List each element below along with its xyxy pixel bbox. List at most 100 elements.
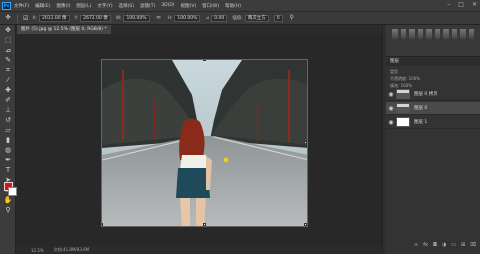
puppet-warp-icon[interactable]: ⚲ xyxy=(288,14,296,22)
transform-handle-bc[interactable] xyxy=(203,223,206,226)
layer-row[interactable]: ◉ 图层 1 xyxy=(386,116,480,129)
eyedropper-tool-icon[interactable]: ⁄ xyxy=(2,76,14,85)
fx-icon[interactable]: fx xyxy=(423,242,428,248)
preset-swatch[interactable] xyxy=(392,29,398,39)
layer-row[interactable]: ◉ 图层 0 拷贝 xyxy=(386,88,480,101)
layer-name[interactable]: 图层 0 xyxy=(414,105,427,111)
preset-swatch[interactable] xyxy=(426,29,432,39)
layer-row-selected[interactable]: ◉ 图层 0 xyxy=(386,102,480,115)
interpolation-select[interactable]: 两次立方 xyxy=(244,14,269,22)
menu-type[interactable]: 文字(Y) xyxy=(97,3,112,9)
folder-icon[interactable]: ▭ xyxy=(451,242,456,248)
preset-swatch[interactable] xyxy=(434,29,440,39)
photo-image xyxy=(102,60,307,226)
menu-layer[interactable]: 图层(L) xyxy=(76,3,91,9)
layer-thumbnail xyxy=(396,117,410,127)
layers-panel-title[interactable]: 图层 xyxy=(390,59,399,64)
preset-swatch[interactable] xyxy=(451,29,457,39)
canvas-area[interactable] xyxy=(17,34,382,246)
healing-tool-icon[interactable]: ✚ xyxy=(2,86,14,95)
preset-swatch[interactable] xyxy=(400,29,406,39)
type-tool-icon[interactable]: T xyxy=(2,166,14,175)
new-layer-icon[interactable]: ⊞ xyxy=(461,242,465,248)
right-panels: 图层 类型 不透明度: 100% 填充: 100% ◉ 图层 0 拷贝 ◉ 图层… xyxy=(386,25,480,254)
hand-tool-icon[interactable]: ✋ xyxy=(2,196,14,205)
w-field[interactable]: 100.00% xyxy=(123,14,150,22)
menu-file[interactable]: 文件(F) xyxy=(14,3,29,9)
close-button[interactable]: ✕ xyxy=(472,1,477,8)
document-tab-bar: 图片 (5).jpg @ 12.5% (图层 0, RGB/8) * xyxy=(17,25,382,34)
trash-icon[interactable]: ⌧ xyxy=(470,242,476,248)
gradient-tool-icon[interactable]: ▮ xyxy=(2,136,14,145)
minimize-button[interactable]: – xyxy=(447,1,450,8)
eye-icon[interactable]: ◉ xyxy=(386,91,396,98)
layer-kind-filter[interactable]: 类型 xyxy=(390,69,398,74)
adjustment-icon[interactable]: ◑ xyxy=(442,242,446,248)
status-bar: 12.5% 文档:41.8M/83.6M xyxy=(17,246,382,254)
misc-field[interactable]: 0 xyxy=(273,14,283,22)
zoom-tool-icon[interactable]: ⚲ xyxy=(2,206,14,215)
transform-handle-mr[interactable] xyxy=(304,141,307,144)
layers-panel-header[interactable]: 图层 xyxy=(386,58,480,66)
stamp-tool-icon[interactable]: ⊥ xyxy=(2,106,14,115)
menu-window[interactable]: 窗口(W) xyxy=(202,3,219,9)
menu-edit[interactable]: 编辑(E) xyxy=(35,3,50,9)
menu-help[interactable]: 帮助(H) xyxy=(225,3,241,9)
layer-options: 类型 不透明度: 100% 填充: 100% xyxy=(386,66,480,88)
angle-label: ⊿ xyxy=(205,15,210,21)
transform-handle-tr[interactable] xyxy=(304,60,307,61)
menu-view[interactable]: 视图(V) xyxy=(181,3,197,9)
document-canvas[interactable] xyxy=(101,59,308,227)
menu-image[interactable]: 图像(I) xyxy=(56,3,70,9)
angle-field[interactable]: 0.00 xyxy=(211,14,228,22)
menu-3d[interactable]: 3D(D) xyxy=(161,3,174,8)
transform-handle-ml[interactable] xyxy=(102,141,103,144)
link-icon[interactable]: ∞ xyxy=(155,14,163,22)
link-layers-icon[interactable]: ∞ xyxy=(414,242,418,248)
eraser-tool-icon[interactable]: ▱ xyxy=(2,126,14,135)
menu-select[interactable]: 选择(S) xyxy=(119,3,134,9)
document-tab[interactable]: 图片 (5).jpg @ 12.5% (图层 0, RGB/8) * xyxy=(17,25,111,34)
crop-tool-icon[interactable]: ⌗ xyxy=(2,66,14,75)
h-field[interactable]: 100.00% xyxy=(174,14,201,22)
transform-handle-br[interactable] xyxy=(304,223,307,226)
layer-name[interactable]: 图层 1 xyxy=(414,119,427,125)
transform-handle-tl[interactable] xyxy=(102,60,103,61)
layers-footer-icons: ∞ fx ◘ ◑ ▭ ⊞ ⌧ xyxy=(414,242,476,248)
document-info: 文档:41.8M/83.6M xyxy=(53,247,90,252)
w-label: W: xyxy=(115,15,122,21)
mask-icon[interactable]: ◘ xyxy=(433,242,437,248)
preset-swatch[interactable] xyxy=(468,29,474,39)
brush-tool-icon[interactable]: ✐ xyxy=(2,96,14,105)
opacity-field[interactable]: 不透明度: 100% xyxy=(390,76,420,81)
y-label: Y: xyxy=(74,15,79,21)
photoshop-logo-icon: Ps xyxy=(2,1,11,10)
preset-swatch[interactable] xyxy=(409,29,415,39)
interpolation-label: 插值: xyxy=(232,16,243,21)
reference-point-checkbox[interactable]: ☑ xyxy=(23,15,28,22)
zoom-level[interactable]: 12.5% xyxy=(31,248,44,253)
pen-tool-icon[interactable]: ✒ xyxy=(2,156,14,165)
transform-handle-tc[interactable] xyxy=(203,60,206,61)
blur-tool-icon[interactable]: ◍ xyxy=(2,146,14,155)
transform-handle-bl[interactable] xyxy=(102,223,103,226)
x-field[interactable]: 2011.00 像 xyxy=(39,14,70,22)
move-icon[interactable]: ✥ xyxy=(4,14,12,22)
marquee-tool-icon[interactable]: ⬚ xyxy=(2,36,14,45)
quick-select-tool-icon[interactable]: ✎ xyxy=(2,56,14,65)
move-tool-icon[interactable]: ✥ xyxy=(2,26,14,35)
preset-swatch[interactable] xyxy=(460,29,466,39)
eye-icon[interactable]: ◉ xyxy=(386,105,396,112)
menu-filter[interactable]: 滤镜(T) xyxy=(140,3,155,9)
eye-icon[interactable]: ◉ xyxy=(386,119,396,126)
preset-swatch[interactable] xyxy=(443,29,449,39)
maximize-button[interactable]: □ xyxy=(458,1,464,8)
background-color-swatch[interactable] xyxy=(8,187,17,196)
preset-swatch[interactable] xyxy=(417,29,423,39)
layer-thumbnail xyxy=(396,103,410,113)
history-brush-tool-icon[interactable]: ↺ xyxy=(2,116,14,125)
tools-panel: ✥ ⬚ ᓄ ✎ ⌗ ⁄ ✚ ✐ ⊥ ↺ ▱ ▮ ◍ ✒ T ➤ ▭ ✋ ⚲ xyxy=(0,25,17,254)
lasso-tool-icon[interactable]: ᓄ xyxy=(2,46,14,55)
y-field[interactable]: 2672.00 像 xyxy=(80,14,111,22)
layer-name[interactable]: 图层 0 拷贝 xyxy=(414,91,438,97)
